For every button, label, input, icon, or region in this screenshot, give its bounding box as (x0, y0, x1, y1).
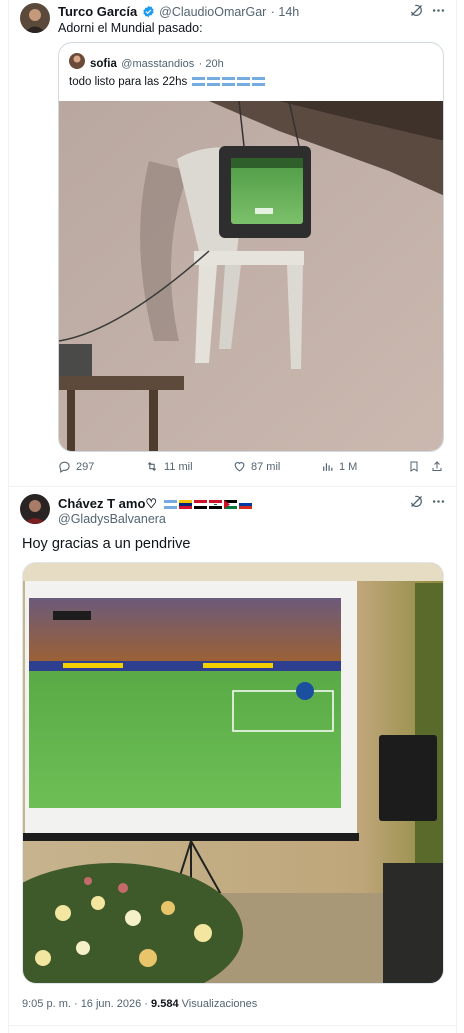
like-button[interactable]: 87 mil (233, 460, 280, 473)
views-number: 9.584 (151, 998, 179, 1010)
reply-author-avatar[interactable] (20, 494, 50, 524)
quoted-media-image[interactable] (59, 100, 443, 451)
repost-icon (145, 460, 159, 473)
views-count: 1 M (339, 460, 358, 473)
quoted-tweet[interactable]: sofia @masstandios · 20h todo listo para… (58, 42, 444, 452)
argentina-flag-icon (222, 77, 236, 86)
quoted-time: · 20h (198, 58, 224, 70)
russia-flag-icon (238, 496, 252, 509)
quoted-header: sofia @masstandios · 20h (90, 54, 224, 72)
reply-count: 297 (76, 460, 95, 473)
quoted-author-avatar (69, 53, 85, 69)
heart-icon (233, 460, 246, 473)
share-button[interactable] (431, 460, 443, 473)
argentina-flag-icon (192, 77, 206, 86)
author-handle[interactable]: @ClaudioOmarGar (159, 5, 266, 19)
reply-media-image[interactable] (22, 562, 444, 984)
iraq-flag-icon (208, 496, 222, 509)
argentina-flag-icon (163, 496, 177, 509)
palestine-flag-icon (223, 496, 237, 509)
egypt-flag-icon (193, 496, 207, 509)
reply-author-name[interactable]: Chávez T amo♡ (58, 496, 157, 511)
repost-button[interactable]: 11 mil (145, 460, 193, 473)
share-icon (431, 460, 443, 473)
grok-icon[interactable] (409, 3, 424, 23)
argentina-flag-icon (207, 77, 221, 86)
bookmark-button[interactable] (408, 460, 420, 473)
grok-icon[interactable] (409, 494, 424, 514)
author-avatar[interactable] (20, 3, 50, 33)
venezuela-flag-icon (178, 496, 192, 509)
reply-text: Hoy gracias a un pendrive (22, 536, 191, 552)
like-count: 87 mil (251, 460, 281, 473)
tweet-header: Turco García @ClaudioOmarGar · 14h (58, 3, 299, 23)
bookmark-icon (408, 460, 420, 473)
reply-button[interactable]: 297 (58, 460, 94, 473)
reply-flags (163, 496, 252, 509)
views-button[interactable]: 1 M (321, 460, 357, 473)
bottom-divider (8, 1025, 457, 1026)
reply-author-handle[interactable]: @GladysBalvanera (58, 512, 166, 526)
reply-header: Chávez T amo♡ (58, 495, 252, 513)
more-options-icon[interactable] (431, 3, 446, 23)
tweet-timestamp[interactable]: 9:05 p. m. · 16 jun. 2026 · (22, 998, 148, 1010)
views-chart-icon (321, 460, 334, 473)
quoted-author-handle: @masstandios (121, 58, 195, 70)
tweet-metadata: 9:05 p. m. · 16 jun. 2026 · 9.584 Visual… (22, 998, 257, 1010)
tweet-divider (8, 486, 457, 487)
quoted-text-line: todo listo para las 22hs (69, 76, 266, 88)
tweet-actions: 297 11 mil 87 mil 1 M (58, 460, 444, 478)
reply-icon (58, 460, 71, 473)
argentina-flag-icon (252, 77, 266, 86)
repost-count: 11 mil (164, 460, 193, 473)
tweet-time[interactable]: · 14h (271, 5, 300, 19)
more-options-icon[interactable] (431, 494, 446, 514)
quoted-text: todo listo para las 22hs (69, 76, 188, 88)
author-name[interactable]: Turco García (58, 4, 137, 19)
views-label: Visualizaciones (181, 998, 258, 1010)
tweet-text: Adorni el Mundial pasado: (58, 21, 203, 35)
quoted-author-name: sofia (90, 58, 117, 70)
quoted-flags (192, 77, 266, 86)
argentina-flag-icon (237, 77, 251, 86)
